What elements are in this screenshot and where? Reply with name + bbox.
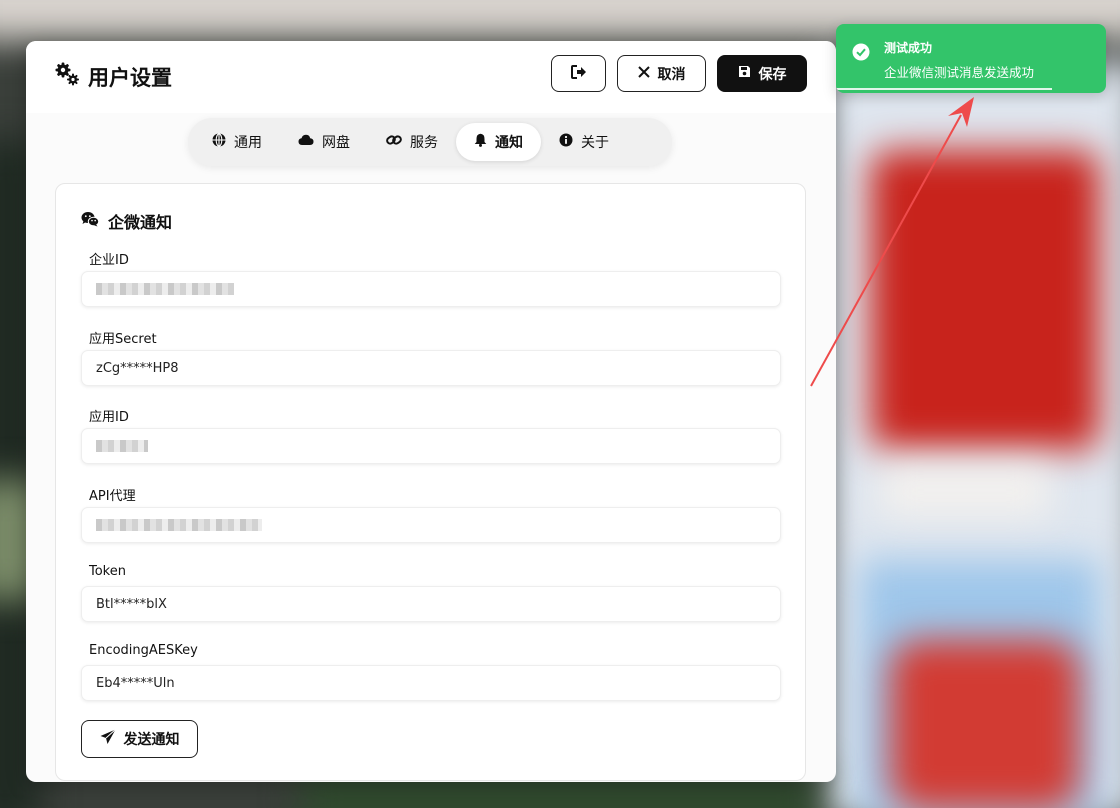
app-secret-label: 应用Secret (89, 332, 157, 347)
send-label: 发送通知 (123, 732, 180, 748)
token-label: Token (89, 564, 126, 579)
token-input[interactable]: Btl*****blX (81, 586, 781, 622)
tab-label: 通知 (495, 135, 523, 151)
sign-out-icon (570, 64, 587, 83)
globe-icon (212, 133, 226, 151)
settings-tabs: 通用 网盘 服务 通知 关于 (188, 118, 672, 166)
redacted-value (96, 519, 262, 531)
app-secret-input[interactable]: zCg*****HP8 (81, 350, 781, 386)
redacted-value (96, 440, 148, 452)
tab-label: 服务 (410, 135, 438, 151)
tab-label: 网盘 (322, 135, 350, 151)
app-id-label: 应用ID (89, 410, 129, 425)
tab-label: 关于 (581, 135, 609, 151)
section-title-text: 企微通知 (108, 213, 173, 232)
gears-icon (54, 61, 80, 92)
aes-key-label: EncodingAESKey (89, 643, 198, 658)
toast-title: 测试成功 (884, 41, 933, 55)
tab-about[interactable]: 关于 (541, 123, 627, 161)
success-toast: 测试成功 企业微信测试消息发送成功 (836, 24, 1106, 93)
settings-dialog: 用户设置 取消 保存 通用 网盘 服务 通知 关于 企微通知 企业ID 应用Se… (26, 41, 836, 782)
redacted-value (96, 283, 234, 295)
wecom-notification-card: 企微通知 企业ID 应用Secret zCg*****HP8 应用ID API代… (55, 183, 806, 781)
floppy-disk-icon (738, 65, 751, 82)
api-proxy-label: API代理 (89, 489, 136, 504)
page-title-text: 用户设置 (88, 65, 172, 90)
save-button[interactable]: 保存 (717, 55, 807, 92)
aes-key-input[interactable]: Eb4*****Uln (81, 665, 781, 701)
bell-icon (474, 133, 487, 151)
check-circle-icon (852, 43, 870, 65)
cancel-label: 取消 (657, 66, 686, 83)
close-icon (637, 65, 650, 82)
corp-id-label: 企业ID (89, 253, 129, 268)
send-notification-button[interactable]: 发送通知 (81, 720, 198, 758)
tab-services[interactable]: 服务 (368, 123, 456, 161)
save-label: 保存 (758, 66, 787, 83)
tab-cloud-drive[interactable]: 网盘 (280, 123, 368, 161)
toast-progress-bar (836, 88, 1052, 90)
page-title: 用户设置 (54, 61, 172, 92)
dialog-header: 用户设置 取消 保存 (26, 41, 836, 113)
wechat-icon (81, 211, 100, 231)
logout-button[interactable] (551, 55, 606, 92)
cloud-icon (298, 134, 314, 150)
tab-general[interactable]: 通用 (194, 123, 280, 161)
section-title: 企微通知 (81, 209, 172, 233)
api-proxy-input[interactable] (81, 507, 781, 543)
app-id-input[interactable] (81, 428, 781, 464)
tab-notifications[interactable]: 通知 (456, 123, 541, 161)
tab-label: 通用 (234, 135, 262, 151)
cancel-button[interactable]: 取消 (617, 55, 706, 92)
info-icon (559, 133, 573, 151)
toast-message: 企业微信测试消息发送成功 (884, 65, 1035, 80)
corp-id-input[interactable] (81, 271, 781, 307)
link-icon (386, 133, 402, 151)
paper-plane-icon (100, 729, 116, 749)
